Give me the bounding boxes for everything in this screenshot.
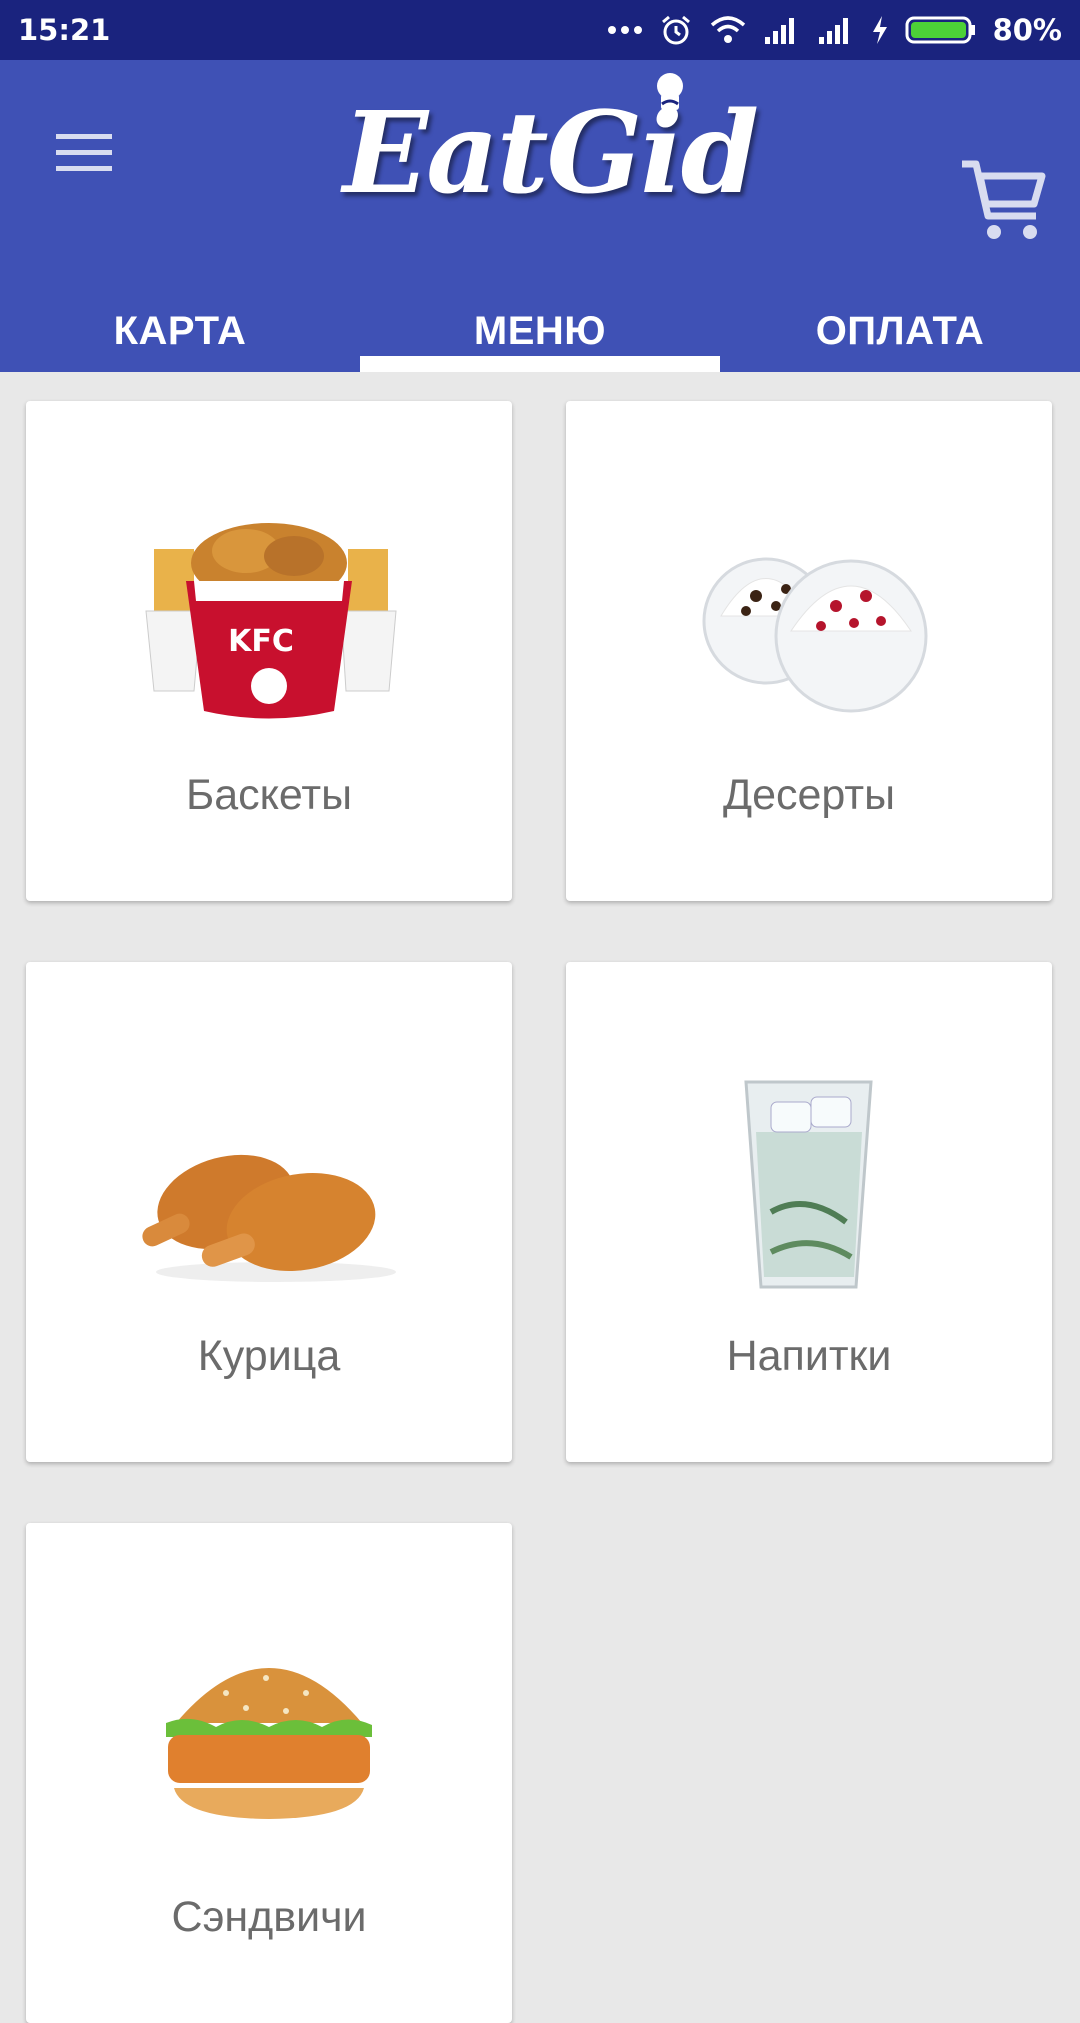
category-card-desserts[interactable]: Десерты [566,401,1052,901]
app-bar: EatGid КАРТА МЕНЮ ОПЛАТА [0,60,1080,372]
burger-image [166,1668,372,1819]
status-bar: 15:21 80% [0,0,1080,60]
battery-percent: 80% [992,13,1062,47]
tab-map-label: КАРТА [113,309,247,353]
charging-bolt-icon [872,16,887,44]
chicken-drumsticks-image [142,1154,396,1282]
alarm-icon [661,15,690,45]
category-label: Сэндвичи [171,1893,367,1941]
tab-menu[interactable]: МЕНЮ [360,300,720,372]
category-card-chicken[interactable]: Курица [26,962,512,1462]
tab-payment-label: ОПЛАТА [815,309,985,353]
kfc-bucket-image: KFC [145,523,397,719]
category-card-sandwiches[interactable]: Сэндвичи [26,1523,512,2023]
signal-icon [764,18,794,44]
status-icons: 80% [607,13,1062,47]
category-label: Курица [197,1332,341,1380]
battery-icon [905,16,975,44]
shopping-cart-icon[interactable] [960,158,1048,246]
category-label: Напитки [726,1332,892,1380]
more-dots-icon [607,26,642,34]
tab-bar: КАРТА МЕНЮ ОПЛАТА [0,300,1080,372]
tab-map[interactable]: КАРТА [0,300,360,372]
category-card-drinks[interactable]: Напитки [566,962,1052,1462]
logo-text: EatGid [342,88,759,219]
svg-text:KFC: KFC [228,624,294,659]
wifi-icon [710,16,745,43]
status-time: 15:21 [18,13,111,47]
drink-cup-image [744,1080,873,1289]
hamburger-menu-icon[interactable] [52,120,116,184]
dessert-cups-image [702,557,928,713]
tab-payment[interactable]: ОПЛАТА [720,300,1080,372]
category-label: Десерты [722,771,896,819]
chef-hat-icon [657,73,683,110]
tab-menu-label: МЕНЮ [473,309,607,353]
category-card-baskets[interactable]: KFC Баскеты [26,401,512,901]
category-label: Баскеты [185,771,353,819]
signal-icon-2 [818,18,848,44]
eatgid-logo: EatGid [310,68,790,219]
